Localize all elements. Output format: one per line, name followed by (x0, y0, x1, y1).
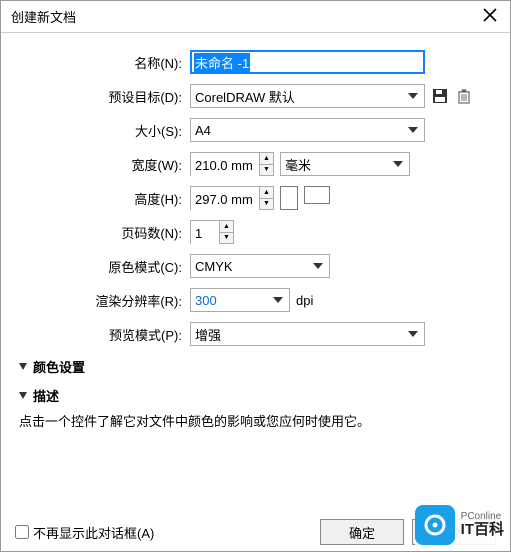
label-colormode: 原色模式(C): (15, 257, 190, 276)
spinner-down-icon[interactable]: ▼ (260, 199, 273, 210)
orientation-portrait-button[interactable] (280, 186, 298, 210)
chevron-down-icon (393, 161, 403, 167)
delete-preset-icon[interactable] (455, 87, 473, 105)
chevron-down-icon (273, 297, 283, 303)
spinner-down-icon[interactable]: ▼ (260, 165, 273, 176)
resolution-unit: dpi (296, 293, 313, 308)
label-size: 大小(S): (15, 121, 190, 140)
label-preview: 预览模式(P): (15, 325, 190, 344)
height-input[interactable] (191, 187, 259, 211)
label-name: 名称(N): (15, 53, 190, 72)
chevron-down-icon (408, 127, 418, 133)
save-preset-icon[interactable] (431, 87, 449, 105)
preview-dropdown[interactable]: 增强 (190, 322, 425, 346)
chevron-down-icon (408, 93, 418, 99)
watermark-icon (415, 505, 455, 545)
watermark-line2: IT百科 (461, 522, 504, 539)
description-text: 点击一个控件了解它对文件中颜色的影响或您应何时使用它。 (19, 411, 492, 430)
orientation-landscape-button[interactable] (304, 186, 330, 204)
ok-button[interactable]: 确定 (320, 519, 404, 545)
preset-dropdown[interactable]: CorelDRAW 默认 (190, 84, 425, 108)
dont-show-checkbox[interactable]: 不再显示此对话框(A) (15, 523, 154, 542)
titlebar: 创建新文档 (1, 1, 510, 33)
section-color-settings[interactable]: 颜色设置 (19, 357, 496, 376)
close-icon[interactable] (480, 6, 500, 27)
width-input[interactable] (191, 153, 259, 177)
dont-show-checkbox-input[interactable] (15, 525, 29, 539)
label-resolution: 渲染分辨率(R): (15, 291, 190, 310)
chevron-down-icon (19, 392, 27, 399)
label-height: 高度(H): (15, 189, 190, 208)
label-pages: 页码数(N): (15, 223, 190, 242)
spinner-up-icon[interactable]: ▲ (260, 187, 273, 199)
height-spinner[interactable]: ▲▼ (190, 186, 274, 210)
size-dropdown[interactable]: A4 (190, 118, 425, 142)
chevron-down-icon (313, 263, 323, 269)
spinner-up-icon[interactable]: ▲ (260, 153, 273, 165)
label-width: 宽度(W): (15, 155, 190, 174)
name-input[interactable]: 未命名 -1 (190, 50, 425, 74)
pages-input[interactable] (191, 221, 219, 245)
spinner-up-icon[interactable]: ▲ (220, 221, 233, 233)
colormode-dropdown[interactable]: CMYK (190, 254, 330, 278)
spinner-down-icon[interactable]: ▼ (220, 233, 233, 244)
chevron-down-icon (19, 363, 27, 370)
pages-spinner[interactable]: ▲▼ (190, 220, 234, 244)
unit-dropdown[interactable]: 毫米 (280, 152, 410, 176)
watermark: PConline IT百科 (415, 505, 504, 545)
resolution-dropdown[interactable]: 300 (190, 288, 290, 312)
section-description[interactable]: 描述 (19, 386, 496, 405)
window-title: 创建新文档 (11, 7, 76, 26)
label-preset: 预设目标(D): (15, 87, 190, 106)
dialog-content: 名称(N): 未命名 -1 预设目标(D): CorelDRAW 默认 大小(S… (1, 33, 510, 446)
chevron-down-icon (408, 331, 418, 337)
width-spinner[interactable]: ▲▼ (190, 152, 274, 176)
